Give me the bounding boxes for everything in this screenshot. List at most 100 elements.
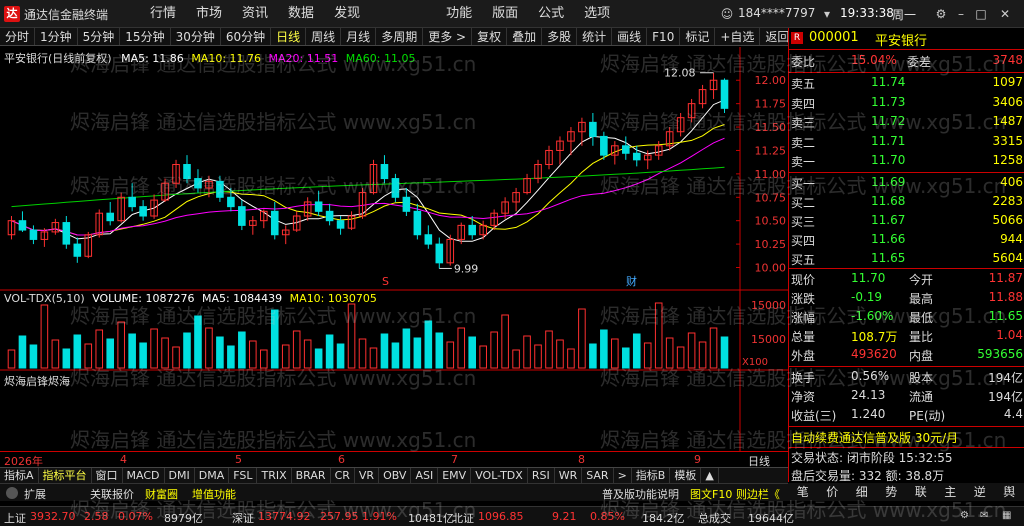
tab-wr[interactable]: WR xyxy=(555,468,583,483)
tab-vr[interactable]: VR xyxy=(355,468,380,483)
period-monthly[interactable]: 月线 xyxy=(341,28,377,45)
volume-legend: VOL-TDX(5,10) VOLUME: 1087276 MA5: 10844… xyxy=(4,292,377,305)
tab-sar[interactable]: SAR xyxy=(582,468,614,483)
volume-bar xyxy=(512,349,520,369)
menu-item-layout[interactable]: 版面 xyxy=(482,4,528,24)
menu-item-function[interactable]: 功能 xyxy=(436,4,482,24)
value-added-link[interactable]: 增值功能 xyxy=(192,486,236,502)
period-15min[interactable]: 15分钟 xyxy=(120,28,171,45)
close-icon[interactable]: ✕ xyxy=(996,5,1014,23)
quote-tab-trend[interactable]: 势 xyxy=(877,483,907,501)
tab-indicator-platform[interactable]: 指标平台 xyxy=(39,468,92,483)
chart-area[interactable]: 12.00 11.75 11.50 11.25 11.00 10.75 10.50 10.25… xyxy=(0,47,788,467)
stat-label: 涨跌 xyxy=(791,292,816,306)
order-ratio-value: 15.04% xyxy=(851,53,897,67)
tool-f10[interactable]: F10 xyxy=(647,28,681,45)
account-name[interactable]: 184****7797 xyxy=(738,6,815,20)
sh-amount: 8979亿 xyxy=(164,512,203,525)
tab-indicator-a[interactable]: 指标A xyxy=(0,468,39,483)
tab-fsl[interactable]: FSL xyxy=(229,468,258,483)
volume-bar xyxy=(281,344,290,369)
ma10-line xyxy=(11,124,725,236)
tool-add-watch[interactable]: +自选 xyxy=(715,28,761,45)
period-30min[interactable]: 30分钟 xyxy=(171,28,221,45)
bid-level-label: 买二 xyxy=(791,196,816,210)
f10-sidebar-link[interactable]: 图文F10 则边栏《 xyxy=(690,486,780,502)
tool-stats[interactable]: 统计 xyxy=(577,28,613,45)
period-1min[interactable]: 1分钟 xyxy=(35,28,78,45)
tab-macd[interactable]: MACD xyxy=(123,468,165,483)
period-daily[interactable]: 日线 xyxy=(271,28,307,45)
tab-cr[interactable]: CR xyxy=(331,468,355,483)
period-intraday[interactable]: 分时 xyxy=(0,28,36,45)
tab-trix[interactable]: TRIX xyxy=(257,468,292,483)
tab-emv[interactable]: EMV xyxy=(438,468,472,483)
quote-tab-related[interactable]: 联 xyxy=(906,483,936,501)
chat-icon[interactable]: ✉ xyxy=(980,510,988,521)
main-menu: 行情 市场 资讯 数据 发现 功能 版面 公式 选项 xyxy=(140,4,620,24)
stat-label: 今开 xyxy=(909,273,934,287)
volume-bar xyxy=(435,332,444,369)
related-quote-link[interactable]: 关联报价 xyxy=(90,486,134,502)
maximize-icon[interactable]: □ xyxy=(972,5,990,23)
settings-icon[interactable]: ⚙ xyxy=(932,5,950,23)
period-more[interactable]: 更多 > xyxy=(423,28,473,45)
quote-tab-ticks[interactable]: 笔 xyxy=(788,483,818,501)
quote-tab-detail[interactable]: 细 xyxy=(847,483,877,501)
tab-indicator-b[interactable]: 指标B xyxy=(632,468,671,483)
tool-draw[interactable]: 画线 xyxy=(612,28,648,45)
tab-brar[interactable]: BRAR xyxy=(292,468,331,483)
volume-bar xyxy=(205,327,213,369)
tab-rsi[interactable]: RSI xyxy=(528,468,555,483)
ad-banner[interactable]: 自动续费通达信普及版 30元/月 xyxy=(791,429,958,446)
user-icon[interactable]: ☺ xyxy=(718,5,736,23)
tab-vol-tdx[interactable]: VOL-TDX xyxy=(471,468,528,483)
expand-link[interactable]: 扩展 xyxy=(24,486,46,502)
tab-expand-up[interactable]: ▲ xyxy=(701,468,719,483)
tab-dmi[interactable]: DMI xyxy=(165,468,195,483)
candle-body xyxy=(632,152,641,161)
volume-unit-label: X100 xyxy=(742,357,768,368)
quote-tab-sentiment[interactable]: 舆 xyxy=(995,483,1024,501)
period-weekly[interactable]: 周线 xyxy=(306,28,342,45)
tab-more[interactable]: > xyxy=(614,468,632,483)
function-help-link[interactable]: 普及版功能说明 xyxy=(602,486,679,502)
quote-tab-main[interactable]: 主 xyxy=(936,483,966,501)
grid-icon[interactable]: ▦ xyxy=(1002,510,1011,521)
tool-multi-stock[interactable]: 多股 xyxy=(542,28,578,45)
tab-template[interactable]: 模板 xyxy=(670,468,702,483)
menu-item-market2[interactable]: 市场 xyxy=(186,4,232,24)
tool-adjust[interactable]: 复权 xyxy=(472,28,508,45)
menu-item-formula[interactable]: 公式 xyxy=(528,4,574,24)
tab-obv[interactable]: OBV xyxy=(379,468,412,483)
minimize-icon[interactable]: – xyxy=(952,5,970,23)
volume-bar xyxy=(457,327,466,369)
chevron-down-icon[interactable]: ▾ xyxy=(818,5,836,23)
stat-label: 换手 xyxy=(791,371,816,385)
menu-item-data[interactable]: 数据 xyxy=(278,4,324,24)
tab-window[interactable]: 窗口 xyxy=(92,468,123,483)
menu-item-discover[interactable]: 发现 xyxy=(324,4,370,24)
bid-row: 买三 11.67 5066 xyxy=(789,212,1024,231)
bid-price: 11.67 xyxy=(871,213,906,227)
wealth-circle-link[interactable]: 财富圈 xyxy=(145,486,178,502)
menu-item-news[interactable]: 资讯 xyxy=(232,4,278,24)
toggle-icon[interactable] xyxy=(6,487,18,499)
tool-overlay[interactable]: 叠加 xyxy=(507,28,543,45)
menu-item-options[interactable]: 选项 xyxy=(574,4,620,24)
period-multi[interactable]: 多周期 xyxy=(376,28,424,45)
quote-tab-price[interactable]: 价 xyxy=(818,483,848,501)
menu-item-market[interactable]: 行情 xyxy=(140,4,186,24)
tab-asi[interactable]: ASI xyxy=(411,468,439,483)
period-5min[interactable]: 5分钟 xyxy=(78,28,121,45)
order-ratio-label: 委比 xyxy=(791,55,816,69)
candlestick-chart[interactable]: 12.00 11.75 11.50 11.25 11.00 10.75 10.50 10.25… xyxy=(0,47,788,467)
gear-icon[interactable]: ⚙ xyxy=(960,510,969,521)
volume-bar xyxy=(73,334,82,369)
tab-dma[interactable]: DMA xyxy=(195,468,230,483)
bz-label: 北证 xyxy=(452,512,474,525)
quote-tab-reverse[interactable]: 逆 xyxy=(965,483,995,501)
tool-mark[interactable]: 标记 xyxy=(680,28,716,45)
period-60min[interactable]: 60分钟 xyxy=(221,28,272,45)
sh-value: 3932.70 xyxy=(30,510,76,523)
